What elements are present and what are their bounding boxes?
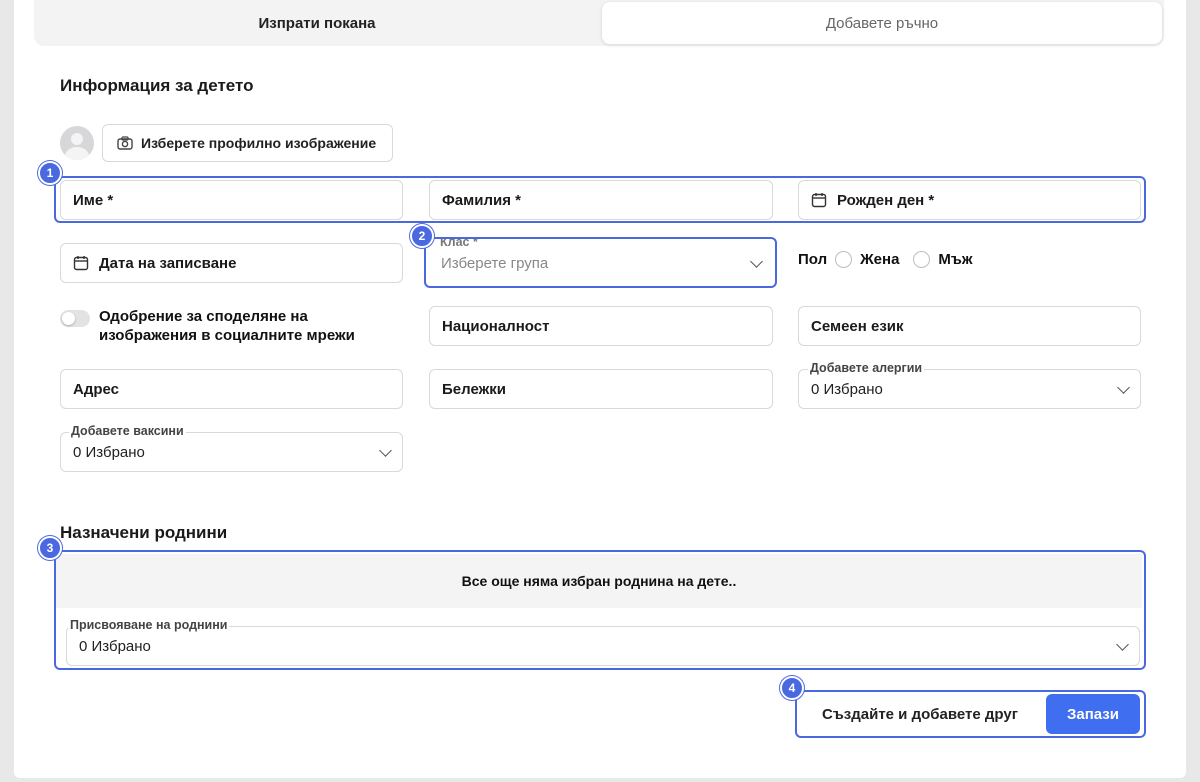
last-name-label: Фамилия *: [442, 191, 521, 209]
family-language-field[interactable]: Семеен език: [798, 306, 1141, 346]
tab-send-invite[interactable]: Изпрати покана: [34, 2, 600, 44]
vaccines-label: Добавете ваксини: [69, 424, 186, 438]
gender-group: Пол Жена Мъж: [798, 251, 973, 268]
allergies-label: Добавете алергии: [808, 361, 925, 375]
calendar-icon: [73, 256, 89, 271]
class-placeholder: Изберете група: [441, 254, 549, 272]
first-name-field[interactable]: Име *: [60, 180, 403, 220]
enrollment-date-label: Дата на записване: [99, 254, 237, 272]
nationality-field[interactable]: Националност: [429, 306, 773, 346]
relatives-title: Назначени роднини: [60, 523, 228, 542]
gender-male-label: Мъж: [938, 251, 973, 268]
assign-relatives-label: Присвояване на роднини: [68, 618, 230, 632]
social-consent-toggle[interactable]: [60, 310, 90, 327]
assign-relatives-select[interactable]: 0 Избрано: [66, 626, 1140, 666]
chevron-down-icon: [1116, 637, 1129, 651]
first-name-label: Име *: [73, 191, 114, 209]
notes-field[interactable]: Бележки: [429, 369, 773, 409]
calendar-icon: [811, 193, 827, 208]
child-info-title: Информация за детето: [60, 76, 254, 95]
allergies-value: 0 Избрано: [811, 380, 883, 398]
vaccines-value: 0 Избрано: [73, 443, 145, 461]
address-field[interactable]: Адрес: [60, 369, 403, 409]
step-badge-3: 3: [38, 536, 62, 560]
social-consent-label: Одобрение за споделяне на изображения в …: [99, 308, 355, 344]
gender-female-label: Жена: [860, 251, 900, 268]
save-button[interactable]: Запази: [1046, 694, 1140, 734]
step-badge-2: 2: [410, 224, 434, 248]
avatar: [60, 126, 94, 160]
allergies-select[interactable]: 0 Избрано: [798, 369, 1141, 409]
birthday-field[interactable]: Рожден ден *: [798, 180, 1141, 220]
vaccines-select[interactable]: 0 Избрано: [60, 432, 403, 472]
birthday-label: Рожден ден *: [837, 191, 935, 209]
nationality-label: Националност: [442, 317, 550, 335]
gender-female-radio[interactable]: [835, 251, 853, 268]
create-and-add-another-button[interactable]: Създайте и добавете друг: [800, 694, 1040, 734]
choose-profile-image-label: Изберете профилно изображение: [141, 135, 377, 151]
last-name-field[interactable]: Фамилия *: [429, 180, 773, 220]
gender-label: Пол: [798, 251, 828, 268]
family-language-label: Семеен език: [811, 317, 904, 335]
step-badge-4: 4: [780, 676, 804, 700]
chevron-down-icon: [379, 443, 392, 457]
chevron-down-icon: [1117, 380, 1130, 394]
choose-profile-image-button[interactable]: Изберете профилно изображение: [102, 124, 393, 162]
notes-label: Бележки: [442, 380, 506, 398]
class-label: Клас *: [438, 235, 480, 249]
gender-male-radio[interactable]: [913, 251, 931, 268]
step-badge-1: 1: [38, 161, 62, 185]
form-page: Изпрати покана Добавете ръчно Информация…: [14, 0, 1186, 778]
camera-icon: [117, 136, 133, 150]
tab-add-manually[interactable]: Добавете ръчно: [602, 2, 1162, 44]
relatives-empty-message: Все още няма избран роднина на дете..: [56, 554, 1142, 608]
address-label: Адрес: [73, 380, 120, 398]
assign-relatives-value: 0 Избрано: [79, 637, 151, 655]
class-select[interactable]: Изберете група: [429, 243, 773, 283]
enrollment-date-field[interactable]: Дата на записване: [60, 243, 403, 283]
tab-bar: Изпрати покана Добавете ръчно: [34, 0, 1164, 46]
chevron-down-icon: [750, 254, 763, 268]
